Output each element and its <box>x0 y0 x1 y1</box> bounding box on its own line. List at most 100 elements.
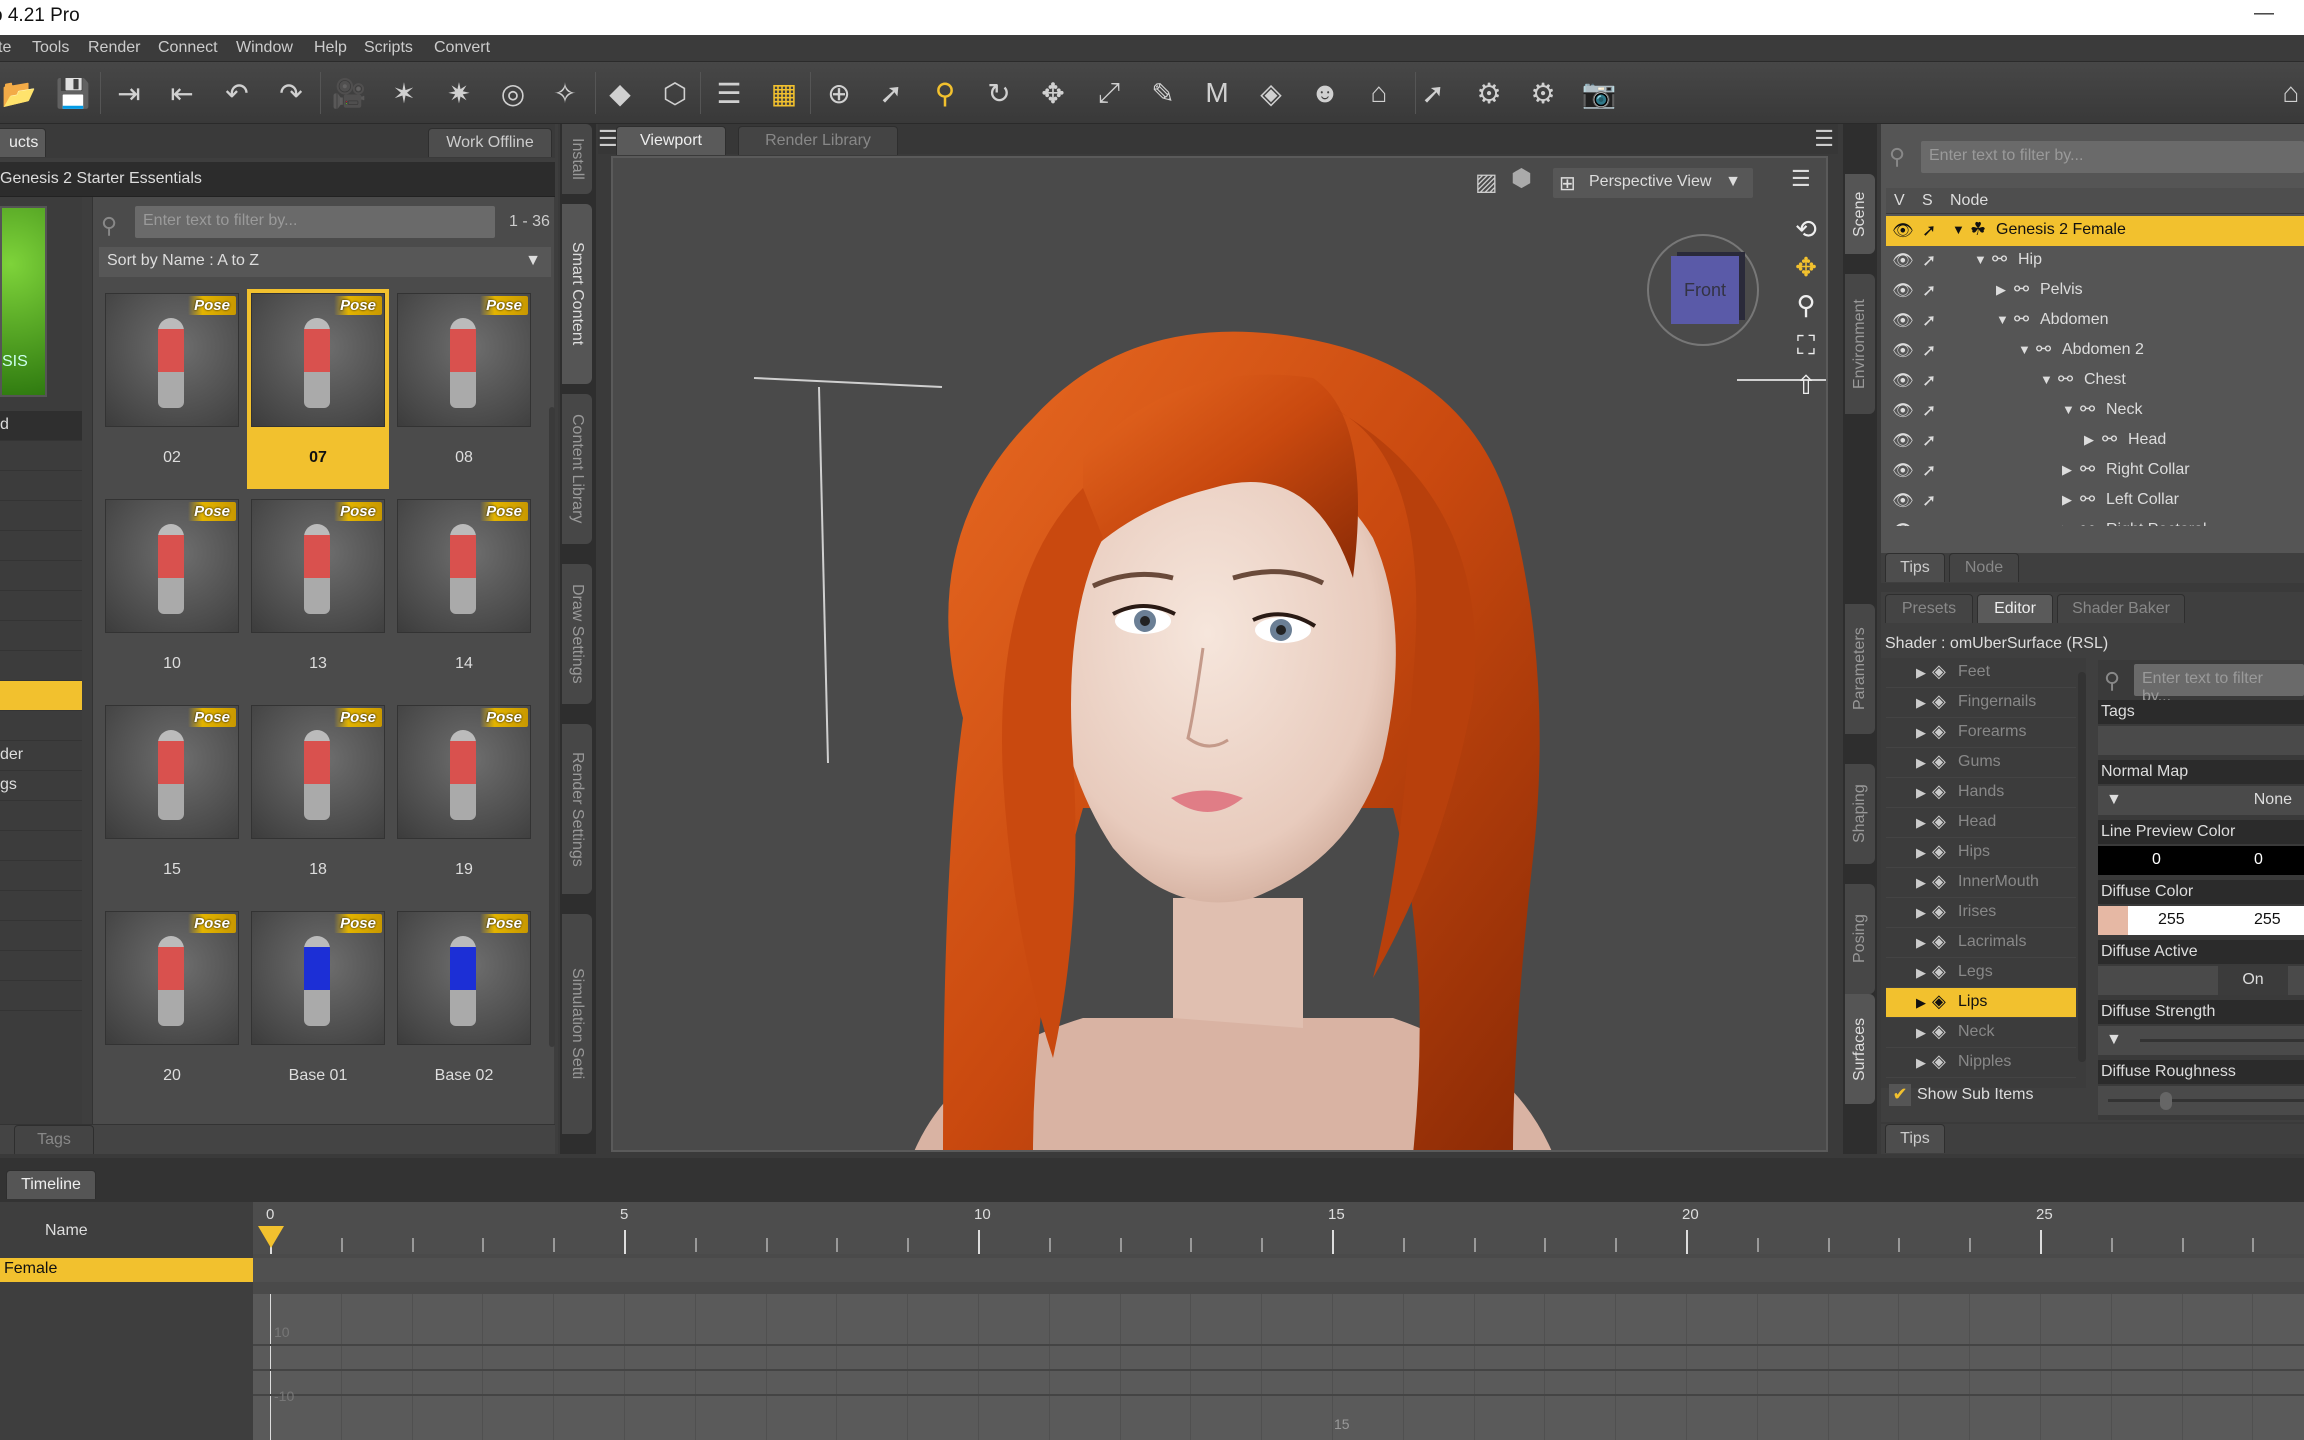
asset-tile[interactable]: Pose 10 <box>101 495 243 695</box>
expand-arrow-icon[interactable]: ▶ <box>1916 965 1926 981</box>
expand-arrow-icon[interactable]: ▶ <box>2062 462 2072 478</box>
tab-viewport[interactable]: Viewport <box>616 126 726 155</box>
expand-arrow-icon[interactable]: ▶ <box>1916 725 1926 741</box>
surface-item[interactable]: ▶ ◈ Legs <box>1886 958 2076 988</box>
scene-node[interactable]: 👁 ➚ ▶ ⚯ Right Pectoral <box>1886 516 2304 526</box>
diffuse-color-g[interactable]: 255 <box>2254 911 2281 929</box>
surface-selection-icon[interactable]: ◈ <box>1252 74 1290 112</box>
side-tab-draw-settings[interactable]: Draw Settings <box>562 564 592 704</box>
expand-arrow-icon[interactable]: ▶ <box>2084 432 2094 448</box>
frame-icon[interactable]: ⛶ <box>1791 330 1821 360</box>
expand-arrow-icon[interactable]: ▶ <box>1916 875 1926 891</box>
surface-item[interactable]: ▶ ◈ Nipples <box>1886 1048 2076 1078</box>
eye-icon[interactable]: 👁 <box>1892 491 1914 511</box>
expand-arrow-icon[interactable]: ▶ <box>1916 995 1926 1011</box>
column-node[interactable]: Node <box>1950 192 1988 210</box>
translate-tool-icon[interactable]: ✥ <box>1034 74 1072 112</box>
align-icon[interactable]: ☰ <box>710 74 748 112</box>
new-distant-light-icon[interactable]: ✶ <box>385 74 423 112</box>
asset-tile[interactable]: Pose 15 <box>101 701 243 901</box>
tab-tips[interactable]: Tips <box>1885 1124 1945 1153</box>
asset-tile[interactable]: Pose Base 01 <box>247 907 389 1107</box>
diffuse-texture-thumbnail[interactable] <box>2098 906 2128 935</box>
menu-scripts[interactable]: Scripts <box>364 39 413 57</box>
category-item[interactable] <box>0 471 82 501</box>
category-item[interactable] <box>0 591 82 621</box>
eye-icon[interactable]: 👁 <box>1892 371 1914 391</box>
view-selector-dropdown[interactable]: ⊞ Perspective View ▼ <box>1553 168 1753 198</box>
scene-node[interactable]: 👁 ➚ ▶ ⚯ Pelvis <box>1886 276 2304 306</box>
expand-arrow-icon[interactable]: ▶ <box>1916 935 1926 951</box>
expand-arrow-icon[interactable]: ▶ <box>1916 815 1926 831</box>
tab-presets[interactable]: Presets <box>1885 594 1973 623</box>
spot-render-icon[interactable]: ⚙ <box>1470 74 1508 112</box>
tab-shader-baker[interactable]: Shader Baker <box>2057 594 2185 623</box>
side-tab-install[interactable]: Install <box>562 124 592 194</box>
asset-tile[interactable]: Pose 07 <box>247 289 389 489</box>
asset-tile[interactable]: Pose 18 <box>247 701 389 901</box>
menu-connect[interactable]: Connect <box>158 39 218 57</box>
category-item[interactable] <box>0 441 82 471</box>
render-settings-icon[interactable]: ⌂ <box>1360 74 1398 112</box>
tab-tips[interactable]: Tips <box>1885 553 1945 582</box>
diffuse-roughness-slider[interactable] <box>2098 1086 2304 1115</box>
asset-tile[interactable]: Pose 20 <box>101 907 243 1107</box>
surface-list-scrollbar[interactable] <box>2078 672 2086 1062</box>
grid-scrollbar[interactable] <box>549 407 555 1047</box>
eye-icon[interactable]: 👁 <box>1892 251 1914 271</box>
active-pose-icon[interactable]: ☻ <box>1306 74 1344 112</box>
side-tab-shaping[interactable]: Shaping <box>1845 764 1875 864</box>
panel-menu-icon[interactable]: ☰ <box>598 126 618 152</box>
scene-node[interactable]: 👁 ➚ ▼ ⚯ Hip <box>1886 246 2304 276</box>
tab-render-library[interactable]: Render Library <box>738 126 898 155</box>
slider-handle[interactable] <box>2160 1092 2172 1110</box>
minimize-button[interactable]: — <box>2254 2 2274 25</box>
reset-view-icon[interactable]: ⇧ <box>1791 370 1821 400</box>
timeline-ruler[interactable]: 0 5 10 15 20 25 <box>253 1202 2304 1254</box>
side-tab-surfaces[interactable]: Surfaces <box>1845 994 1875 1104</box>
category-item[interactable] <box>0 891 82 921</box>
category-item[interactable] <box>0 501 82 531</box>
export-icon[interactable]: ⇤ <box>163 74 201 112</box>
scene-node[interactable]: 👁 ➚ ▼ ⚯ Chest <box>1886 366 2304 396</box>
expand-arrow-icon[interactable]: ▼ <box>2062 402 2075 417</box>
new-group-icon[interactable]: ⬡ <box>656 74 694 112</box>
scene-node[interactable]: 👁 ➚ ▶ ⚯ Right Collar <box>1886 456 2304 486</box>
surface-item[interactable]: ▶ ◈ Hips <box>1886 838 2076 868</box>
scene-node[interactable]: 👁 ➚ ▼ ☘ Genesis 2 Female <box>1886 216 2304 246</box>
category-item[interactable] <box>0 981 82 1011</box>
asset-tile[interactable]: Pose 14 <box>393 495 535 695</box>
tab-products[interactable]: ucts <box>0 128 46 157</box>
select-arrow-icon[interactable]: ➚ <box>1922 431 1936 451</box>
grid-icon[interactable]: ▦ <box>765 74 803 112</box>
work-offline-button[interactable]: Work Offline <box>428 128 552 157</box>
select-arrow-icon[interactable]: ➚ <box>1922 311 1936 331</box>
side-tab-smart-content[interactable]: Smart Content <box>562 204 592 384</box>
tab-tags[interactable]: Tags <box>14 1125 94 1154</box>
diffuse-color-field[interactable]: 255 255 <box>2098 906 2304 935</box>
column-selectable[interactable]: S <box>1922 192 1933 210</box>
expand-arrow-icon[interactable]: ▼ <box>1952 222 1965 237</box>
zoom-icon[interactable]: ⚲ <box>1791 290 1821 320</box>
asset-tile[interactable]: Pose Base 02 <box>393 907 535 1107</box>
timeline-graph[interactable]: 10 -10 15 <box>253 1294 2304 1440</box>
diffuse-active-value[interactable]: On <box>2218 966 2288 995</box>
category-item[interactable]: d <box>0 411 82 441</box>
view-cube-ring[interactable]: Front <box>1647 234 1759 346</box>
asset-tile[interactable]: Pose 19 <box>393 701 535 901</box>
tags-field[interactable] <box>2098 726 2304 755</box>
surface-item[interactable]: ▶ ◈ Neck <box>1886 1018 2076 1048</box>
new-node-icon[interactable]: ◆ <box>601 74 639 112</box>
chevron-down-icon[interactable]: ▼ <box>2106 1031 2122 1049</box>
expand-arrow-icon[interactable]: ▶ <box>1916 1025 1926 1041</box>
eye-icon[interactable]: 👁 <box>1892 401 1914 421</box>
tab-node[interactable]: Node <box>1949 553 2019 582</box>
category-item[interactable] <box>0 561 82 591</box>
select-arrow-icon[interactable]: ➚ <box>1922 371 1936 391</box>
expand-arrow-icon[interactable]: ▶ <box>1996 282 2006 298</box>
playhead-icon[interactable] <box>258 1226 284 1248</box>
surface-item[interactable]: ▶ ◈ Head <box>1886 808 2076 838</box>
eye-icon[interactable]: 👁 <box>1892 521 1914 526</box>
new-linear-light-icon[interactable]: ✧ <box>546 74 584 112</box>
category-item[interactable]: der <box>0 741 82 771</box>
